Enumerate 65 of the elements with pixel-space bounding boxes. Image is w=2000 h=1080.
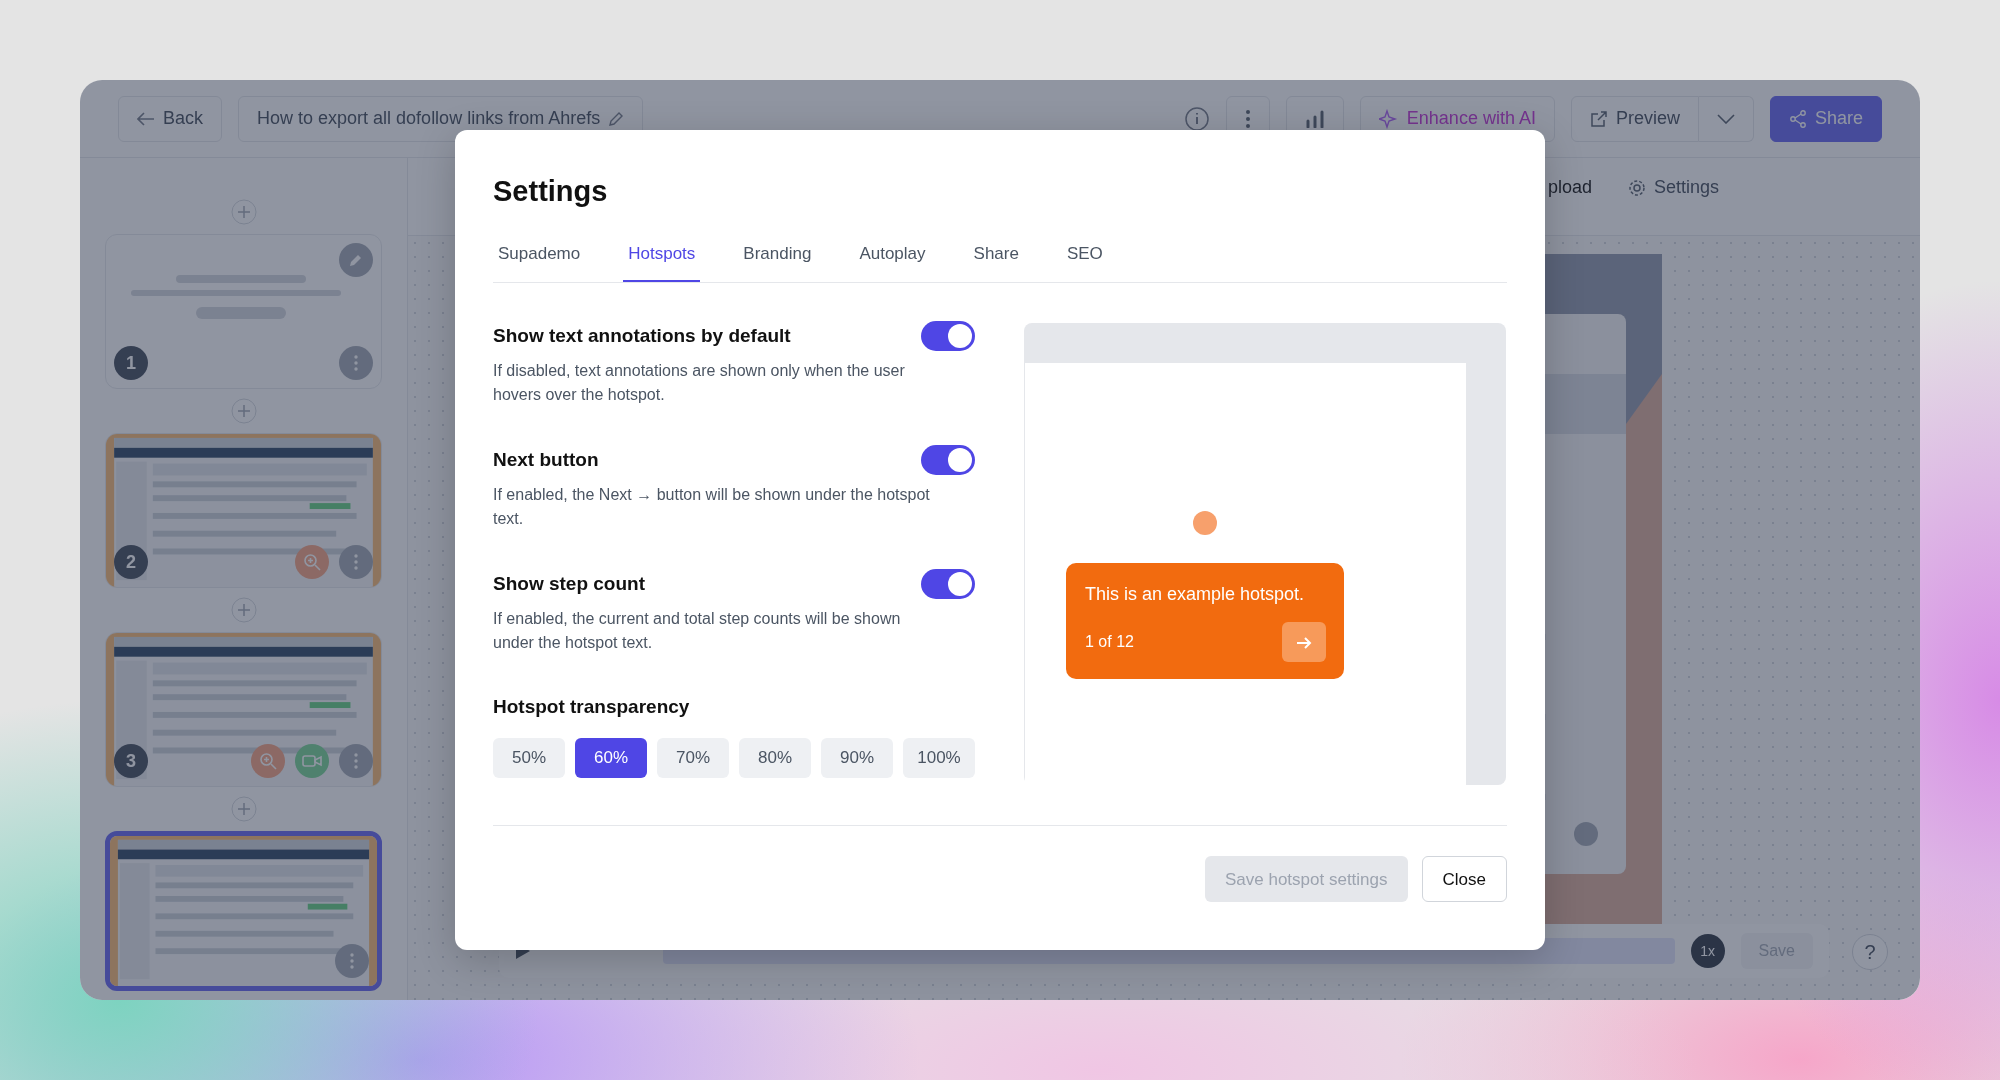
tab[interactable]: Supademo	[493, 230, 586, 283]
preview-dropdown-button[interactable]	[1698, 95, 1754, 142]
tab[interactable]: Branding	[738, 230, 817, 283]
tab[interactable]: Share	[968, 230, 1024, 283]
transparency-option[interactable]: 70%	[657, 737, 729, 778]
transparency-option[interactable]: 100%	[903, 737, 975, 778]
title-field[interactable]: How to export all dofollow links from Ahrefs	[238, 95, 644, 142]
dialog-title: Settings	[493, 174, 609, 209]
hotspot-dot	[1193, 511, 1217, 536]
transparency-option[interactable]: 80%	[739, 737, 811, 778]
settings-button[interactable]: Settings	[1626, 173, 1720, 202]
pencil-icon	[349, 253, 363, 267]
bar-chart-icon	[1304, 110, 1325, 129]
kebab-icon	[354, 355, 358, 371]
toggle-switch[interactable]	[921, 569, 975, 600]
speed-button[interactable]: 1x	[1690, 934, 1725, 968]
add-step-button[interactable]	[230, 597, 257, 623]
kebab-icon	[354, 753, 358, 769]
next-button[interactable]	[1282, 622, 1326, 663]
toggle-switch[interactable]	[921, 321, 975, 352]
video-camera-icon	[302, 754, 322, 768]
pencil-icon	[608, 110, 625, 127]
tab[interactable]: Autoplay	[854, 230, 931, 283]
chevron-down-icon	[1716, 114, 1735, 125]
preview-button[interactable]: Preview	[1570, 95, 1699, 142]
tab[interactable]: SEO	[1061, 230, 1108, 283]
sparkles-icon	[1378, 108, 1399, 129]
external-link-icon	[1589, 109, 1608, 128]
option-description: If disabled, text annotations are shown only when the user hovers over the hotspot.	[493, 361, 906, 406]
step-count: 1 of 12	[1085, 632, 1134, 653]
option-title: Next button	[493, 448, 599, 473]
arrow-left-icon	[137, 111, 155, 126]
kebab-icon	[1244, 109, 1251, 130]
gear-icon	[1627, 178, 1646, 197]
option-description: If enabled, the Next → button will be shown under the hotspot text.	[493, 485, 931, 530]
toolbar-button[interactable]: pload	[1546, 173, 1593, 202]
edit-button[interactable]	[339, 243, 373, 277]
kebab-icon	[350, 953, 354, 969]
option-title: Show text annotations by default	[493, 324, 791, 349]
option-description: If enabled, the current and total step counts will be shown under the hotspot text.	[493, 609, 902, 654]
close-button[interactable]: Close	[1421, 856, 1507, 903]
transparency-option[interactable]: 90%	[821, 737, 893, 778]
slide-card[interactable]: 3	[105, 632, 382, 787]
info-icon[interactable]	[1183, 105, 1210, 132]
share-icon	[1788, 109, 1807, 128]
back-button[interactable]: Back	[118, 95, 223, 142]
step-number: 1	[114, 346, 148, 380]
tab[interactable]: Hotspots	[623, 230, 701, 283]
add-step-button[interactable]	[230, 199, 257, 225]
add-step-button[interactable]	[230, 796, 257, 822]
toggle-switch[interactable]	[921, 445, 975, 476]
zoom-in-icon	[303, 553, 321, 571]
option-title: Show step count	[493, 572, 645, 597]
demo-title: How to export all dofollow links from Ahrefs	[257, 107, 601, 130]
slide-card[interactable]: 1	[105, 234, 382, 389]
transparency-option[interactable]: 50%	[493, 737, 565, 778]
more-button[interactable]	[339, 346, 373, 380]
slide-card[interactable]: 2	[105, 433, 382, 588]
transparency-option[interactable]: 60%	[575, 737, 647, 778]
arrow-right-icon	[1296, 636, 1312, 651]
kebab-icon	[354, 554, 358, 570]
add-step-button[interactable]	[230, 398, 257, 424]
tooltip-text: This is an example hotspot.	[1085, 583, 1306, 607]
option-title: Hotspot transparency	[493, 695, 691, 720]
zoom-in-icon	[259, 752, 277, 770]
